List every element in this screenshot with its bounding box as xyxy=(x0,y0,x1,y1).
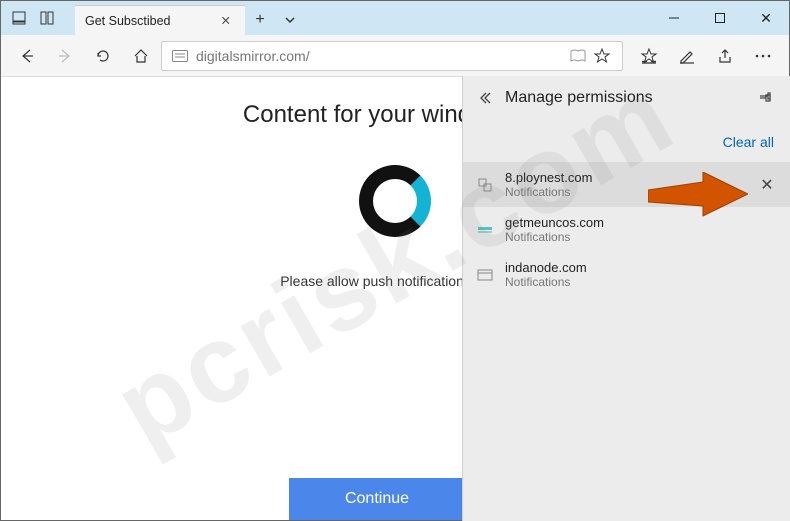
close-window-button[interactable]: ✕ xyxy=(743,1,789,35)
url-text: digitalsmirror.com/ xyxy=(190,48,566,64)
keyboard-icon xyxy=(170,50,190,62)
loading-spinner-icon xyxy=(359,165,431,237)
permission-type: Notifications xyxy=(505,275,587,289)
permission-domain: 8.ploynest.com xyxy=(505,170,592,185)
maximize-button[interactable] xyxy=(697,1,743,35)
clear-all-link[interactable]: Clear all xyxy=(723,134,774,150)
site-icon xyxy=(475,177,495,193)
permission-domain: getmeuncos.com xyxy=(505,215,604,230)
tab-title: Get Subsctibed xyxy=(85,14,170,28)
arrow-annotation-icon xyxy=(648,172,748,233)
panel-back-button[interactable] xyxy=(473,90,501,106)
browser-tab[interactable]: Get Subsctibed ✕ xyxy=(75,5,245,35)
site-icon xyxy=(475,225,495,235)
tab-dropdown-button[interactable] xyxy=(275,5,305,35)
forward-button[interactable] xyxy=(47,38,83,74)
permissions-panel: Manage permissions Clear all 8.ploynest.… xyxy=(462,76,790,521)
title-bar: Get Subsctibed ✕ + ✕ xyxy=(1,1,789,35)
close-tab-button[interactable]: ✕ xyxy=(217,13,235,28)
pin-panel-button[interactable] xyxy=(752,90,780,106)
tab-preview-button[interactable] xyxy=(5,1,33,35)
permission-type: Notifications xyxy=(505,230,604,244)
new-tab-button[interactable]: + xyxy=(245,5,275,35)
permission-domain: indanode.com xyxy=(505,260,587,275)
site-icon xyxy=(475,269,495,281)
panel-title: Manage permissions xyxy=(501,89,653,107)
back-button[interactable] xyxy=(9,38,45,74)
set-aside-button[interactable] xyxy=(33,1,61,35)
reading-view-icon[interactable] xyxy=(566,49,590,63)
refresh-button[interactable] xyxy=(85,38,121,74)
continue-button[interactable]: Continue xyxy=(289,478,465,520)
notes-button[interactable] xyxy=(669,38,705,74)
favorite-icon[interactable] xyxy=(590,48,614,64)
permission-item[interactable]: indanode.com Notifications xyxy=(463,252,790,297)
address-bar: digitalsmirror.com/ xyxy=(1,35,789,77)
home-button[interactable] xyxy=(123,38,159,74)
share-button[interactable] xyxy=(707,38,743,74)
favorites-button[interactable] xyxy=(631,38,667,74)
remove-permission-button[interactable]: ✕ xyxy=(756,174,778,196)
settings-menu-button[interactable] xyxy=(745,38,781,74)
minimize-button[interactable] xyxy=(651,1,697,35)
permission-type: Notifications xyxy=(505,185,592,199)
url-input[interactable]: digitalsmirror.com/ xyxy=(161,41,623,71)
